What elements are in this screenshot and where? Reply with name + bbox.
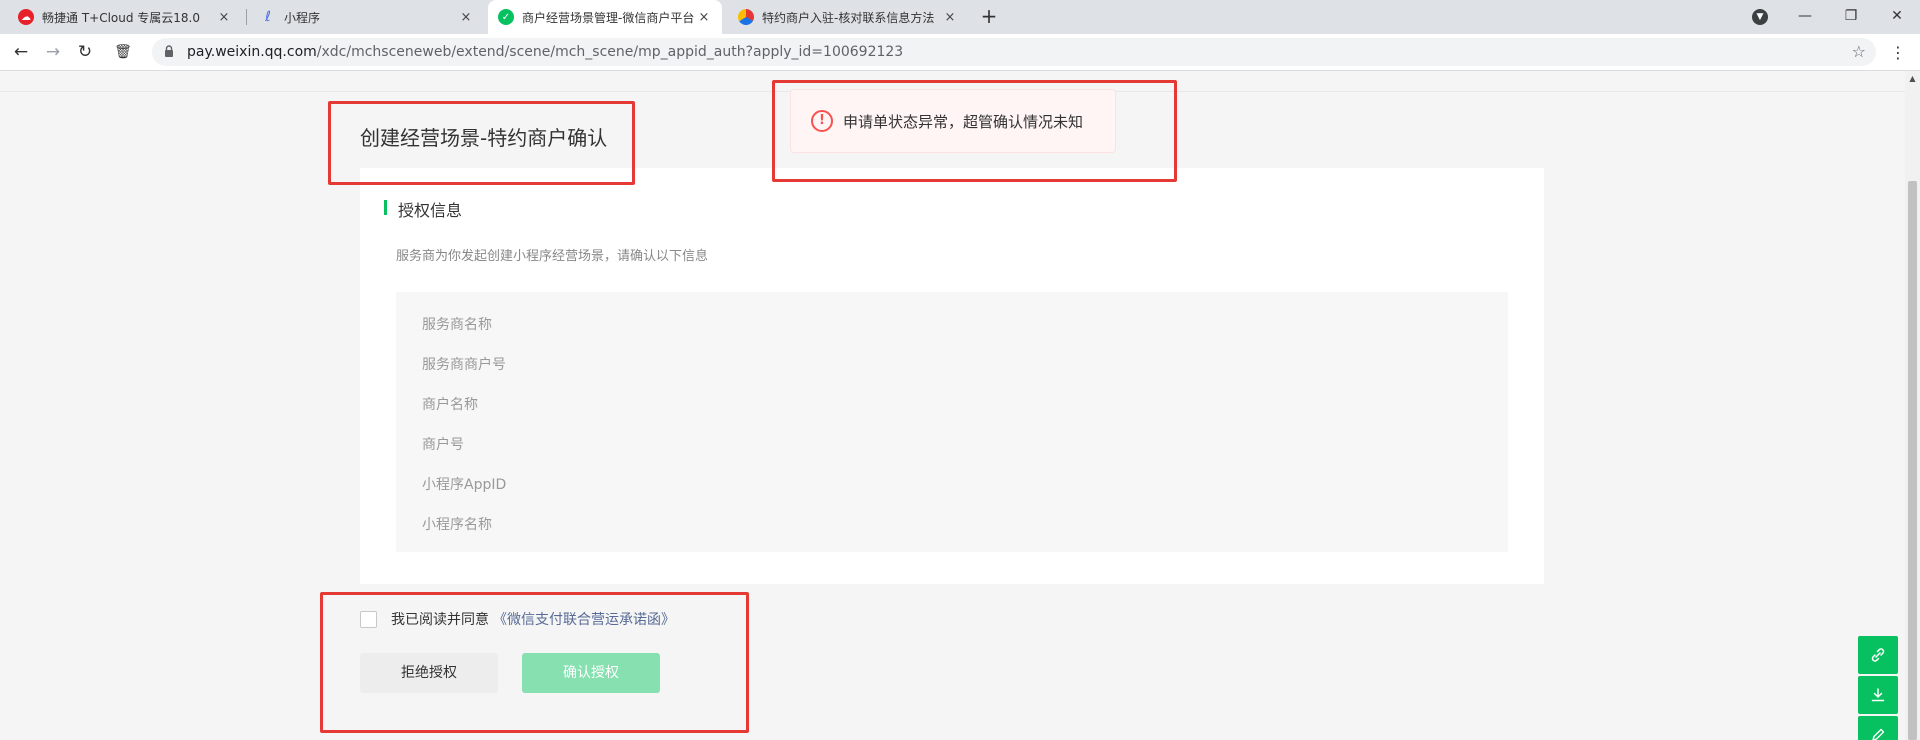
edit-icon[interactable] [1858, 716, 1898, 740]
close-icon[interactable]: × [458, 10, 474, 25]
tab-separator [246, 9, 247, 25]
tab-miniprogram[interactable]: ℓ 小程序 × [250, 0, 484, 34]
bookmark-star-icon[interactable]: ☆ [1852, 38, 1866, 66]
reload-button[interactable]: ↻ [72, 39, 98, 65]
lock-icon [165, 45, 173, 57]
url-text: pay.weixin.qq.com/xdc/mchsceneweb/extend… [187, 38, 903, 66]
auth-info-card: 授权信息 服务商为你发起创建小程序经营场景，请确认以下信息 服务商名称 服务商商… [360, 168, 1544, 584]
new-tab-button[interactable]: + [976, 4, 1002, 30]
download-icon[interactable] [1858, 676, 1898, 714]
link-icon[interactable] [1858, 636, 1898, 674]
field-merchant-id: 商户号 [422, 437, 464, 453]
window-close-button[interactable]: ✕ [1874, 0, 1920, 34]
close-icon[interactable]: × [216, 10, 232, 25]
section-title: 授权信息 [384, 197, 462, 221]
section-description: 服务商为你发起创建小程序经营场景，请确认以下信息 [396, 249, 709, 264]
field-appid: 小程序AppID [422, 477, 507, 493]
scrollbar-thumb[interactable] [1908, 181, 1917, 740]
field-merchant-name: 商户名称 [422, 397, 478, 413]
tab-tcloud[interactable]: ☁ 畅捷通 T+Cloud 专属云18.0 × [8, 0, 242, 34]
colorful-logo-icon [738, 9, 754, 25]
field-miniprogram-name: 小程序名称 [422, 517, 492, 533]
address-bar[interactable]: pay.weixin.qq.com/xdc/mchsceneweb/extend… [152, 38, 1876, 66]
close-icon[interactable]: × [942, 10, 958, 25]
annotation-box-actions [320, 592, 749, 733]
floating-toolbar [1858, 636, 1898, 740]
restore-button[interactable]: ❐ [1828, 0, 1874, 34]
tab-merchant-scene[interactable]: ✓ 商户经营场景管理-微信商户平台 × [488, 0, 722, 34]
info-list: 服务商名称 服务商商户号 商户名称 商户号 小程序AppID 小程序名称 [396, 292, 1508, 552]
tab-title: 商户经营场景管理-微信商户平台 [522, 10, 695, 25]
url-path: /xdc/mchsceneweb/extend/scene/mch_scene/… [316, 44, 904, 60]
chevron-down-icon[interactable]: ▼ [1752, 9, 1768, 25]
tab-title: 小程序 [284, 10, 321, 25]
forward-button[interactable]: → [40, 39, 66, 65]
link-icon: ℓ [265, 9, 271, 25]
wechat-icon: ✓ [498, 9, 514, 25]
annotation-box-title [328, 101, 635, 185]
field-provider-name: 服务商名称 [422, 317, 492, 333]
field-provider-mchid: 服务商商户号 [422, 357, 506, 373]
browser-menu-icon[interactable]: ⋮ [1890, 40, 1906, 66]
scroll-up-icon[interactable]: ▲ [1905, 74, 1920, 83]
tab-title: 特约商户入驻-核对联系信息方法 [762, 10, 935, 25]
tab-title: 畅捷通 T+Cloud 专属云18.0 [42, 10, 201, 25]
trash-icon[interactable]: 🗑 [110, 39, 136, 65]
tab-bar: ☁ 畅捷通 T+Cloud 专属云18.0 × ℓ 小程序 × ✓ 商户经营场景… [0, 0, 1920, 34]
minimize-button[interactable]: — [1782, 0, 1828, 34]
annotation-box-toast [772, 80, 1177, 182]
url-host: pay.weixin.qq.com [187, 44, 317, 60]
red-cloud-icon: ☁ [18, 9, 34, 25]
page-scrollbar[interactable]: ▲ [1905, 71, 1920, 740]
browser-toolbar: ← → ↻ 🗑 pay.weixin.qq.com/xdc/mchscenewe… [0, 34, 1920, 71]
back-button[interactable]: ← [8, 39, 34, 65]
tab-merchant-entry[interactable]: 特约商户入驻-核对联系信息方法 × [728, 0, 968, 34]
close-icon[interactable]: × [696, 10, 712, 25]
